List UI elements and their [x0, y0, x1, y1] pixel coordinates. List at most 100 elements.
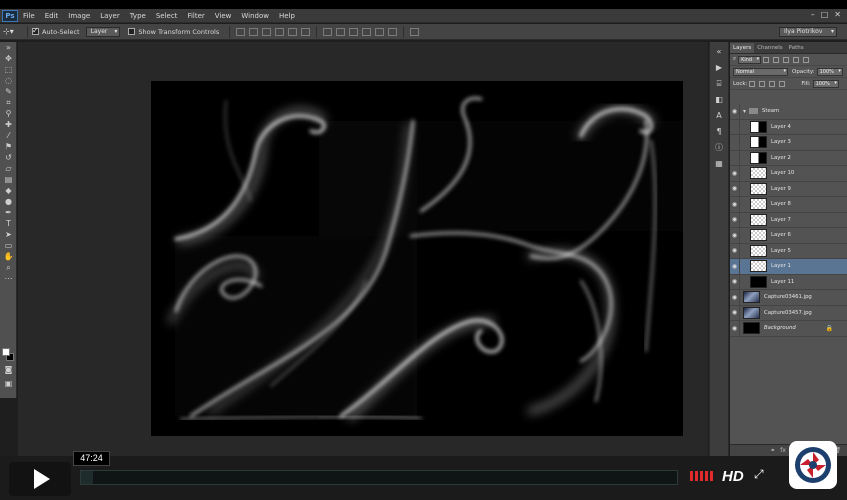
- expand-panels-icon[interactable]: «: [712, 46, 726, 58]
- align-top-icon[interactable]: [236, 27, 246, 36]
- visibility-toggle[interactable]: ◉: [730, 181, 740, 197]
- menu-window[interactable]: Window: [236, 9, 274, 23]
- move-tool-preset-icon[interactable]: ⊹▾: [3, 26, 23, 38]
- layer-row[interactable]: ◉ Layer 10: [730, 165, 847, 182]
- menu-image[interactable]: Image: [63, 9, 95, 23]
- more-tools-icon[interactable]: ⋯: [2, 274, 15, 284]
- align-hcenter-icon[interactable]: [288, 27, 298, 36]
- menu-help[interactable]: Help: [274, 9, 300, 23]
- auto-select-checkbox[interactable]: [32, 26, 39, 35]
- visibility-toggle[interactable]: ◉: [730, 227, 740, 243]
- quick-mask-icon[interactable]: ◙: [2, 365, 15, 375]
- visibility-toggle[interactable]: [730, 150, 740, 166]
- filter-type-icon[interactable]: [783, 56, 790, 63]
- layer-group-row[interactable]: ◉ ▾ Steam: [730, 103, 847, 120]
- pen-tool-icon[interactable]: ✒: [2, 208, 15, 218]
- align-bottom-icon[interactable]: [262, 27, 272, 36]
- visibility-toggle[interactable]: ◉: [730, 196, 740, 212]
- eyedropper-tool-icon[interactable]: ⚲: [2, 109, 15, 119]
- layer-row[interactable]: ◉ Layer 6: [730, 227, 847, 244]
- tab-paths[interactable]: Paths: [786, 43, 807, 53]
- visibility-toggle[interactable]: ◉: [730, 212, 740, 228]
- collapse-toolbar-icon[interactable]: »: [2, 43, 15, 53]
- menu-file[interactable]: File: [18, 9, 40, 23]
- filter-shape-icon[interactable]: [793, 56, 800, 63]
- fx-icon[interactable]: fx: [780, 447, 786, 454]
- hd-toggle[interactable]: HD: [722, 468, 744, 485]
- layer-row[interactable]: ◉ Layer 11: [730, 274, 847, 290]
- opacity-field[interactable]: 100%: [816, 67, 843, 76]
- align-left-icon[interactable]: [275, 27, 285, 36]
- menu-filter[interactable]: Filter: [182, 9, 209, 23]
- menu-select[interactable]: Select: [151, 9, 183, 23]
- move-tool-icon[interactable]: ✥: [2, 54, 15, 64]
- adjustments-icon[interactable]: ◧: [712, 94, 726, 106]
- fill-field[interactable]: 100%: [812, 79, 839, 88]
- lock-position-icon[interactable]: [769, 80, 776, 87]
- layer-row[interactable]: ◉ Layer 7: [730, 212, 847, 228]
- play-actions-icon[interactable]: ▶: [712, 62, 726, 74]
- distribute-left-icon[interactable]: [362, 27, 372, 36]
- show-transform-checkbox[interactable]: [128, 28, 136, 35]
- screen-mode-icon[interactable]: ▣: [2, 379, 15, 389]
- layer-row[interactable]: ◉ Capture03457.jpg: [730, 305, 847, 321]
- link-layers-icon[interactable]: ⚭: [770, 447, 775, 454]
- healing-brush-tool-icon[interactable]: ✚: [2, 120, 15, 130]
- visibility-toggle[interactable]: ◉: [730, 258, 740, 274]
- menu-type[interactable]: Type: [125, 9, 151, 23]
- document-canvas[interactable]: [151, 81, 683, 436]
- visibility-toggle[interactable]: [730, 119, 740, 135]
- shape-tool-icon[interactable]: ▭: [2, 241, 15, 251]
- layer-row[interactable]: ◉ Layer 5: [730, 243, 847, 259]
- menu-layer[interactable]: Layer: [95, 9, 125, 23]
- eraser-tool-icon[interactable]: ▱: [2, 164, 15, 174]
- channel-logo[interactable]: [789, 441, 837, 489]
- lock-transparent-icon[interactable]: [749, 80, 756, 87]
- tab-channels[interactable]: Channels: [754, 43, 785, 53]
- lock-all-icon[interactable]: [779, 80, 786, 87]
- character-icon[interactable]: A: [712, 110, 726, 122]
- auto-select-target-dropdown[interactable]: Layer: [85, 26, 121, 37]
- video-timeline[interactable]: [80, 470, 678, 485]
- gradient-tool-icon[interactable]: ▤: [2, 175, 15, 185]
- lock-pixels-icon[interactable]: [759, 80, 766, 87]
- brush-tool-icon[interactable]: ⁄: [2, 131, 15, 141]
- play-button[interactable]: [9, 462, 71, 496]
- filter-adjustment-icon[interactable]: [773, 56, 780, 63]
- align-right-icon[interactable]: [301, 27, 311, 36]
- maximize-button[interactable]: □: [821, 10, 829, 19]
- visibility-toggle[interactable]: ◉: [730, 165, 740, 181]
- minimize-button[interactable]: –: [811, 10, 815, 19]
- visibility-toggle[interactable]: ◉: [730, 103, 740, 119]
- layer-row[interactable]: Layer 3: [730, 134, 847, 151]
- color-swatches[interactable]: [2, 348, 15, 362]
- layer-row[interactable]: Layer 4: [730, 119, 847, 135]
- layer-row[interactable]: ◉ Layer 1: [730, 258, 847, 275]
- history-brush-tool-icon[interactable]: ↺: [2, 153, 15, 163]
- hand-tool-icon[interactable]: ✋: [2, 252, 15, 262]
- visibility-toggle[interactable]: ◉: [730, 289, 740, 305]
- distribute-hcenter-icon[interactable]: [375, 27, 385, 36]
- clone-stamp-tool-icon[interactable]: ⚑: [2, 142, 15, 152]
- distribute-top-icon[interactable]: [323, 27, 333, 36]
- lasso-tool-icon[interactable]: ◌: [2, 76, 15, 86]
- canvas-workspace[interactable]: [18, 42, 708, 456]
- visibility-toggle[interactable]: ◉: [730, 274, 740, 290]
- type-tool-icon[interactable]: T: [2, 219, 15, 229]
- distribute-right-icon[interactable]: [388, 27, 398, 36]
- tab-layers[interactable]: Layers: [730, 43, 755, 53]
- visibility-toggle[interactable]: ◉: [730, 320, 740, 336]
- visibility-toggle[interactable]: [730, 134, 740, 150]
- visibility-toggle[interactable]: ◉: [730, 305, 740, 321]
- layer-row[interactable]: ◉ Layer 8: [730, 196, 847, 213]
- history-icon[interactable]: ⌸: [712, 78, 726, 90]
- path-selection-tool-icon[interactable]: ➤: [2, 230, 15, 240]
- layer-row[interactable]: ◉ Capture03461.jpg: [730, 289, 847, 306]
- foreground-color-swatch[interactable]: [2, 348, 10, 356]
- layer-row[interactable]: Layer 2: [730, 150, 847, 166]
- layer-row[interactable]: ◉ Background 🔒: [730, 320, 847, 337]
- group-expand-icon[interactable]: ▾: [743, 108, 746, 115]
- auto-align-icon[interactable]: [410, 27, 420, 36]
- menu-edit[interactable]: Edit: [40, 9, 64, 23]
- distribute-vcenter-icon[interactable]: [336, 27, 346, 36]
